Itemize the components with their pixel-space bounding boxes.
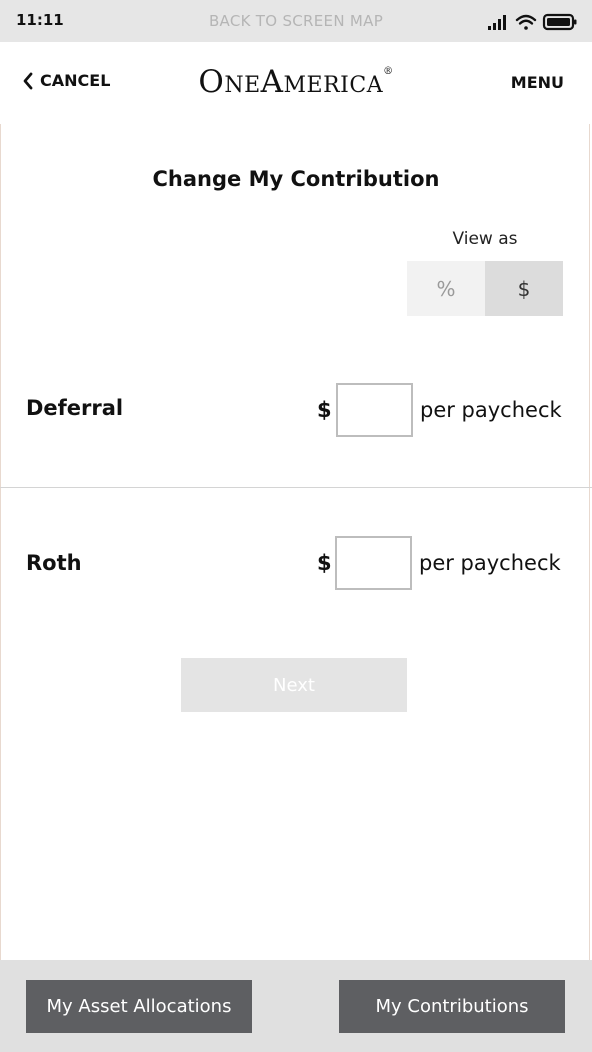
oneamerica-logo: OneAmerica®	[0, 64, 592, 100]
menu-button[interactable]: MENU	[511, 73, 564, 92]
battery-icon	[542, 13, 577, 31]
toggle-dollar-option[interactable]: $	[485, 261, 563, 316]
page-title: Change My Contribution	[152, 167, 440, 191]
deferral-amount-input[interactable]	[336, 383, 413, 437]
bottom-bar: My Asset Allocations My Contributions	[0, 960, 592, 1052]
logo-text: OneAmerica	[198, 64, 384, 100]
device-frame	[0, 0, 590, 1050]
row-divider	[0, 487, 592, 488]
roth-amount-input[interactable]	[335, 536, 412, 590]
deferral-currency: $	[317, 398, 332, 422]
signal-icon	[488, 15, 506, 30]
toggle-percent-option[interactable]: %	[407, 261, 485, 316]
deferral-per-paycheck: per paycheck	[420, 398, 562, 422]
status-bar: 11:11 BACK TO SCREEN MAP	[0, 0, 592, 42]
roth-currency: $	[317, 551, 332, 575]
deferral-label: Deferral	[26, 396, 124, 420]
roth-label: Roth	[26, 551, 82, 575]
roth-per-paycheck: per paycheck	[419, 551, 561, 575]
next-button[interactable]: Next	[181, 658, 407, 712]
my-contributions-button[interactable]: My Contributions	[339, 980, 565, 1033]
view-as-toggle: % $	[407, 261, 563, 316]
logo-registered-mark: ®	[383, 66, 394, 77]
my-asset-allocations-button[interactable]: My Asset Allocations	[26, 980, 252, 1033]
status-icons	[488, 13, 577, 31]
wifi-icon	[515, 14, 537, 30]
view-as-label: View as	[452, 229, 518, 249]
nav-bar: CANCEL OneAmerica® MENU	[0, 42, 592, 124]
